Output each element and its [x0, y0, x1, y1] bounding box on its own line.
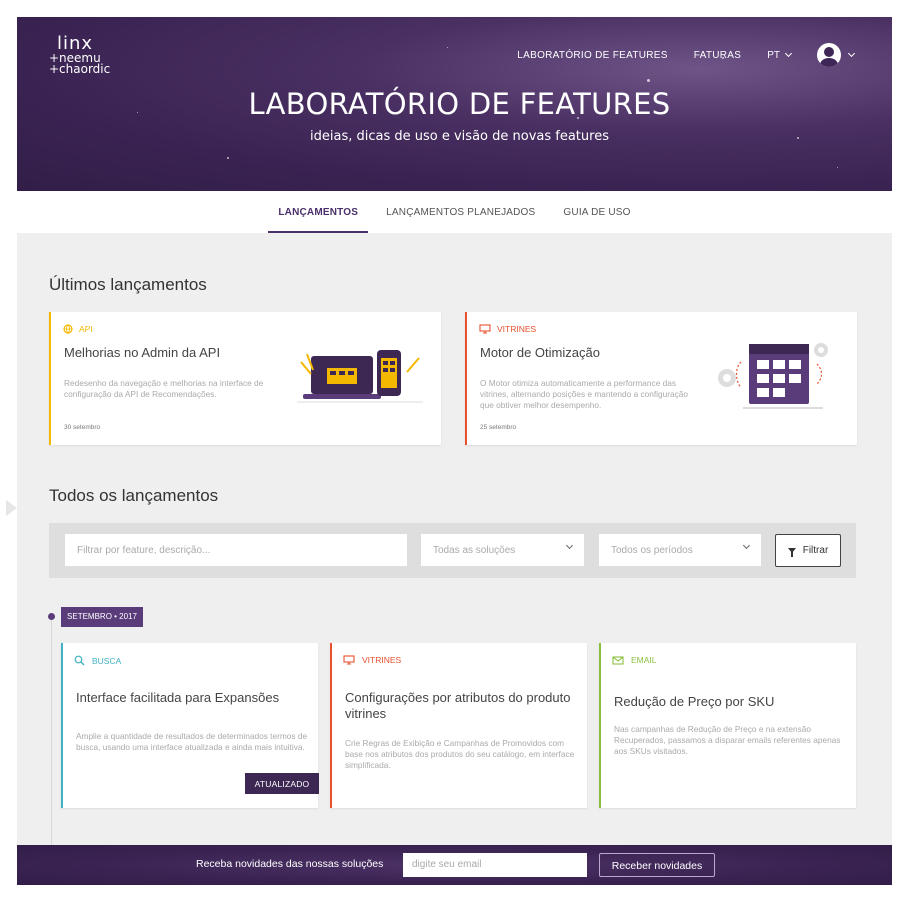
- launch-card-email[interactable]: EMAIL Redução de Preço por SKU Nas campa…: [599, 643, 856, 808]
- page-title: LABORATÓRIO DE FEATURES: [248, 87, 671, 121]
- api-icon: [63, 324, 73, 334]
- page-subtitle: ideias, dicas de uso e visão de novas fe…: [310, 129, 609, 144]
- nav-link-lab[interactable]: LABORATÓRIO DE FEATURES: [517, 50, 667, 61]
- language-select[interactable]: PT: [767, 49, 793, 61]
- card-description: Nas campanhas de Redução de Preço e na e…: [614, 724, 841, 756]
- timeline-line: [51, 617, 52, 857]
- newsletter-text: Receba novidades das nossas soluções: [196, 858, 384, 870]
- latest-card-vitrines[interactable]: VITRINES Motor de Otimização O Motor oti…: [465, 312, 857, 445]
- nav-link-invoices[interactable]: FATURAS: [694, 50, 741, 61]
- latest-card-api[interactable]: API Melhorias no Admin da API Redesenho …: [49, 312, 441, 445]
- language-label: PT: [767, 49, 780, 61]
- app-frame: linx +neemu +chaordic LABORATÓRIO DE FEA…: [17, 17, 892, 885]
- user-menu[interactable]: [817, 43, 856, 67]
- monitor-icon: [343, 655, 355, 665]
- subscribe-button[interactable]: Receber novidades: [599, 853, 715, 877]
- card-date: 30 setembro: [64, 424, 101, 431]
- top-nav: LABORATÓRIO DE FEATURES FATURAS PT: [517, 43, 892, 67]
- hero-banner: linx +neemu +chaordic LABORATÓRIO DE FEA…: [17, 17, 892, 191]
- launch-card-vitrines[interactable]: VITRINES Configurações por atributos do …: [330, 643, 587, 808]
- card-tag: VITRINES: [343, 655, 401, 665]
- laptop-phone-illustration: [297, 350, 423, 403]
- tab-usage-guide[interactable]: GUIA DE USO: [553, 191, 640, 233]
- chevron-down-icon: [784, 49, 793, 58]
- latest-section-title: Últimos lançamentos: [49, 275, 207, 294]
- card-description: O Motor otimiza automaticamente a perfor…: [480, 378, 689, 410]
- card-tag: BUSCA: [74, 655, 121, 666]
- card-tag: EMAIL: [612, 655, 657, 665]
- solutions-select[interactable]: Todas as soluções: [421, 534, 584, 566]
- chevron-down-icon: [742, 541, 751, 550]
- user-avatar-icon: [817, 43, 841, 67]
- card-date: 25 setembro: [480, 424, 517, 431]
- updated-badge: ATUALIZADO: [245, 773, 319, 794]
- card-title: Configurações por atributos do produto v…: [345, 690, 571, 721]
- filter-button[interactable]: Filtrar: [775, 534, 841, 567]
- feature-search-input[interactable]: Filtrar por feature, descrição...: [65, 534, 407, 566]
- optimization-illustration: [718, 343, 828, 409]
- timeline-dot: [48, 613, 55, 620]
- tab-planned-launches[interactable]: LANÇAMENTOS PLANEJADOS: [376, 191, 545, 233]
- envelope-icon: [612, 656, 624, 665]
- card-description: Crie Regras de Exibição e Campanhas de P…: [345, 738, 575, 770]
- periods-select[interactable]: Todos os períodos: [599, 534, 761, 566]
- card-tag: VITRINES: [479, 324, 536, 334]
- chevron-down-icon: [565, 541, 574, 550]
- funnel-icon: [787, 548, 796, 557]
- card-tag: API: [63, 324, 93, 334]
- all-section-title: Todos os lançamentos: [49, 486, 219, 505]
- month-badge: SETEMBRO • 2017: [61, 607, 143, 627]
- launch-card-busca[interactable]: BUSCA Interface facilitada para Expansõe…: [61, 643, 319, 808]
- card-description: Redesenho da navegação e melhorias na in…: [64, 378, 264, 399]
- newsletter-email-input[interactable]: digite seu email: [403, 853, 587, 877]
- chevron-down-icon: [847, 49, 856, 58]
- newsletter-footer: Receba novidades das nossas soluções dig…: [17, 845, 892, 885]
- side-arrow-decoration: [6, 500, 17, 516]
- card-description: Amplie a quantidade de resultados de det…: [76, 731, 308, 752]
- linx-logo[interactable]: linx +neemu +chaordic: [49, 35, 110, 76]
- card-title: Motor de Otimização: [480, 345, 600, 360]
- card-title: Redução de Preço por SKU: [614, 694, 775, 709]
- filter-bar: Filtrar por feature, descrição... Todas …: [49, 523, 856, 578]
- search-icon: [74, 655, 85, 666]
- tab-launches[interactable]: LANÇAMENTOS: [268, 191, 369, 233]
- tab-bar: LANÇAMENTOS LANÇAMENTOS PLANEJADOS GUIA …: [17, 191, 892, 233]
- card-title: Interface facilitada para Expansões: [76, 690, 280, 705]
- monitor-icon: [479, 324, 491, 334]
- card-title: Melhorias no Admin da API: [64, 345, 221, 360]
